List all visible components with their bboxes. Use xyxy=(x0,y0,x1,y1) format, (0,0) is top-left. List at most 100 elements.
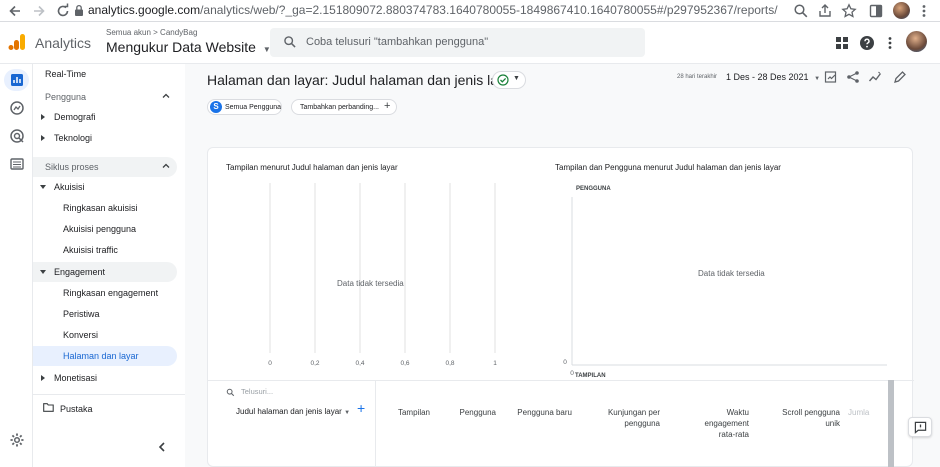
bookmark-star-icon[interactable] xyxy=(841,3,857,19)
dropdown-arrow-icon: ▼ xyxy=(814,76,821,82)
col-header-waktu-engagement[interactable]: Waktu engagement rata-rata xyxy=(696,407,749,440)
table-search-icon xyxy=(226,388,235,397)
plus-icon: + xyxy=(384,100,391,112)
app-name: Analytics xyxy=(35,35,92,51)
nav-monetisasi[interactable]: Monetisasi xyxy=(33,368,177,388)
nav-label: Demografi xyxy=(54,112,96,122)
nav-teknologi[interactable]: Teknologi xyxy=(33,128,177,148)
chevron-up-icon xyxy=(162,163,170,168)
reload-icon[interactable] xyxy=(55,3,71,19)
nav-section-pengguna[interactable]: Pengguna xyxy=(33,87,177,107)
browser-menu-icon[interactable] xyxy=(916,3,932,19)
nav-akuisisi[interactable]: Akuisisi xyxy=(33,177,177,197)
report-nav: Real-Time Pengguna Demografi Teknologi S… xyxy=(33,64,185,467)
table-search-input[interactable]: Telusuri... xyxy=(241,387,273,396)
nav-section-siklus[interactable]: Siklus proses xyxy=(33,157,177,177)
nav-engagement[interactable]: Engagement xyxy=(33,262,177,282)
col-header-tampilan[interactable]: Tampilan xyxy=(388,407,430,418)
comparison-label: Tambahkan perbanding... xyxy=(300,103,379,111)
nav-akuisisi-pengguna[interactable]: Akuisisi pengguna xyxy=(33,219,177,239)
col-header-pengguna[interactable]: Pengguna xyxy=(448,407,496,418)
property-selector[interactable]: Mengukur Data Website ▼ xyxy=(106,39,271,55)
caret-right-icon xyxy=(41,135,45,141)
nav-demografi[interactable]: Demografi xyxy=(33,107,177,127)
configure-icon[interactable] xyxy=(9,156,25,172)
title-status-dropdown[interactable]: ▼ xyxy=(492,71,526,89)
more-vert-icon[interactable] xyxy=(882,35,898,51)
analytics-logo-icon[interactable] xyxy=(8,33,26,51)
col-header-kunjungan[interactable]: Kunjungan per pengguna xyxy=(598,407,660,429)
x-tick-label: 0 xyxy=(268,360,272,367)
settings-gear-icon[interactable] xyxy=(9,432,25,448)
search-placeholder: Coba telusuri "tambahkan pengguna" xyxy=(306,36,489,48)
nav-realtime[interactable]: Real-Time xyxy=(33,64,177,84)
nav-label: Real-Time xyxy=(45,69,87,79)
table-column-divider xyxy=(375,380,376,467)
nav-label: Peristiwa xyxy=(63,309,100,319)
segment-chip[interactable]: S Semua Pengguna xyxy=(207,99,282,115)
feedback-button[interactable] xyxy=(908,417,932,437)
address-bar[interactable]: analytics.google.com/analytics/web/?_ga=… xyxy=(88,3,778,17)
forward-icon[interactable] xyxy=(31,3,47,19)
nav-label: Akuisisi pengguna xyxy=(63,224,137,234)
nav-pustaka[interactable]: Pustaka xyxy=(33,394,185,418)
dropdown-arrow-icon: ▼ xyxy=(513,75,520,82)
y-axis-label: PENGGUNA xyxy=(576,186,611,192)
account-breadcrumb[interactable]: Semua akun > CandyBag xyxy=(106,28,197,37)
table-scrollbar[interactable] xyxy=(888,380,894,467)
x-tick-label: 0,4 xyxy=(355,360,364,367)
nav-ringkasan-akuisisi[interactable]: Ringkasan akuisisi xyxy=(33,198,177,218)
y-tick-label: 0 xyxy=(563,359,567,366)
add-dimension-plus-icon[interactable]: + xyxy=(357,400,365,416)
help-icon[interactable] xyxy=(859,35,875,51)
chevron-up-icon xyxy=(162,93,170,98)
lock-icon[interactable] xyxy=(73,4,85,17)
x-tick-label: 0,2 xyxy=(310,360,319,367)
date-range-picker[interactable]: 1 Des - 28 Des 2021 ▼ xyxy=(726,72,820,82)
edit-pencil-icon[interactable] xyxy=(893,70,907,84)
reports-icon[interactable] xyxy=(9,72,25,88)
nav-label: Teknologi xyxy=(54,133,93,143)
share-icon[interactable] xyxy=(817,3,833,19)
dimension-column-header[interactable]: Judul halaman dan jenis layar ▼ xyxy=(236,407,350,416)
back-icon[interactable] xyxy=(7,3,23,19)
col-header-jumlah[interactable]: Jumla xyxy=(848,407,882,418)
nav-label: Pustaka xyxy=(60,404,93,414)
nav-akuisisi-traffic[interactable]: Akuisisi traffic xyxy=(33,240,177,260)
collapse-chevron-icon[interactable] xyxy=(157,441,167,453)
right-no-data: Data tidak tersedia xyxy=(698,269,765,278)
share-report-icon[interactable] xyxy=(846,70,860,84)
customize-report-icon[interactable] xyxy=(824,70,838,84)
col-header-scroll[interactable]: Scroll pengguna unik xyxy=(768,407,840,429)
browser-toolbar: analytics.google.com/analytics/web/?_ga=… xyxy=(0,0,940,22)
advertising-icon[interactable] xyxy=(9,128,25,144)
user-avatar[interactable] xyxy=(906,31,927,52)
apps-grid-icon[interactable] xyxy=(834,35,850,51)
zoom-icon[interactable] xyxy=(793,3,809,19)
browser-profile-avatar[interactable] xyxy=(893,2,910,19)
nav-label: Monetisasi xyxy=(54,373,98,383)
dimension-label: Judul halaman dan jenis layar xyxy=(236,407,342,416)
explore-icon[interactable] xyxy=(9,100,25,116)
nav-label: Ringkasan akuisisi xyxy=(63,203,138,213)
insights-icon[interactable] xyxy=(868,70,882,84)
nav-label: Akuisisi xyxy=(54,182,85,192)
x-tick-label: 0,6 xyxy=(400,360,409,367)
url-path: /analytics/web/?_ga=2.151809072.88037478… xyxy=(200,3,778,17)
add-comparison-chip[interactable]: Tambahkan perbanding... + xyxy=(291,99,397,115)
nav-peristiwa[interactable]: Peristiwa xyxy=(33,304,177,324)
side-panel-icon[interactable] xyxy=(868,3,884,19)
nav-label: Pengguna xyxy=(45,92,87,102)
date-hint: 28 hari terakhir xyxy=(677,74,718,80)
left-no-data: Data tidak tersedia xyxy=(337,279,404,288)
check-circle-icon xyxy=(497,74,509,86)
nav-konversi[interactable]: Konversi xyxy=(33,325,177,345)
search-box[interactable]: Coba telusuri "tambahkan pengguna" xyxy=(270,28,645,57)
col-header-pengguna-baru[interactable]: Pengguna baru xyxy=(508,407,572,418)
property-name: Mengukur Data Website xyxy=(106,39,256,55)
x-tick-label: 0,8 xyxy=(445,360,454,367)
nav-halaman-layar[interactable]: Halaman dan layar xyxy=(33,346,177,366)
nav-label: Siklus proses xyxy=(45,162,99,172)
caret-down-icon xyxy=(40,270,46,274)
nav-ringkasan-engagement[interactable]: Ringkasan engagement xyxy=(33,283,177,303)
